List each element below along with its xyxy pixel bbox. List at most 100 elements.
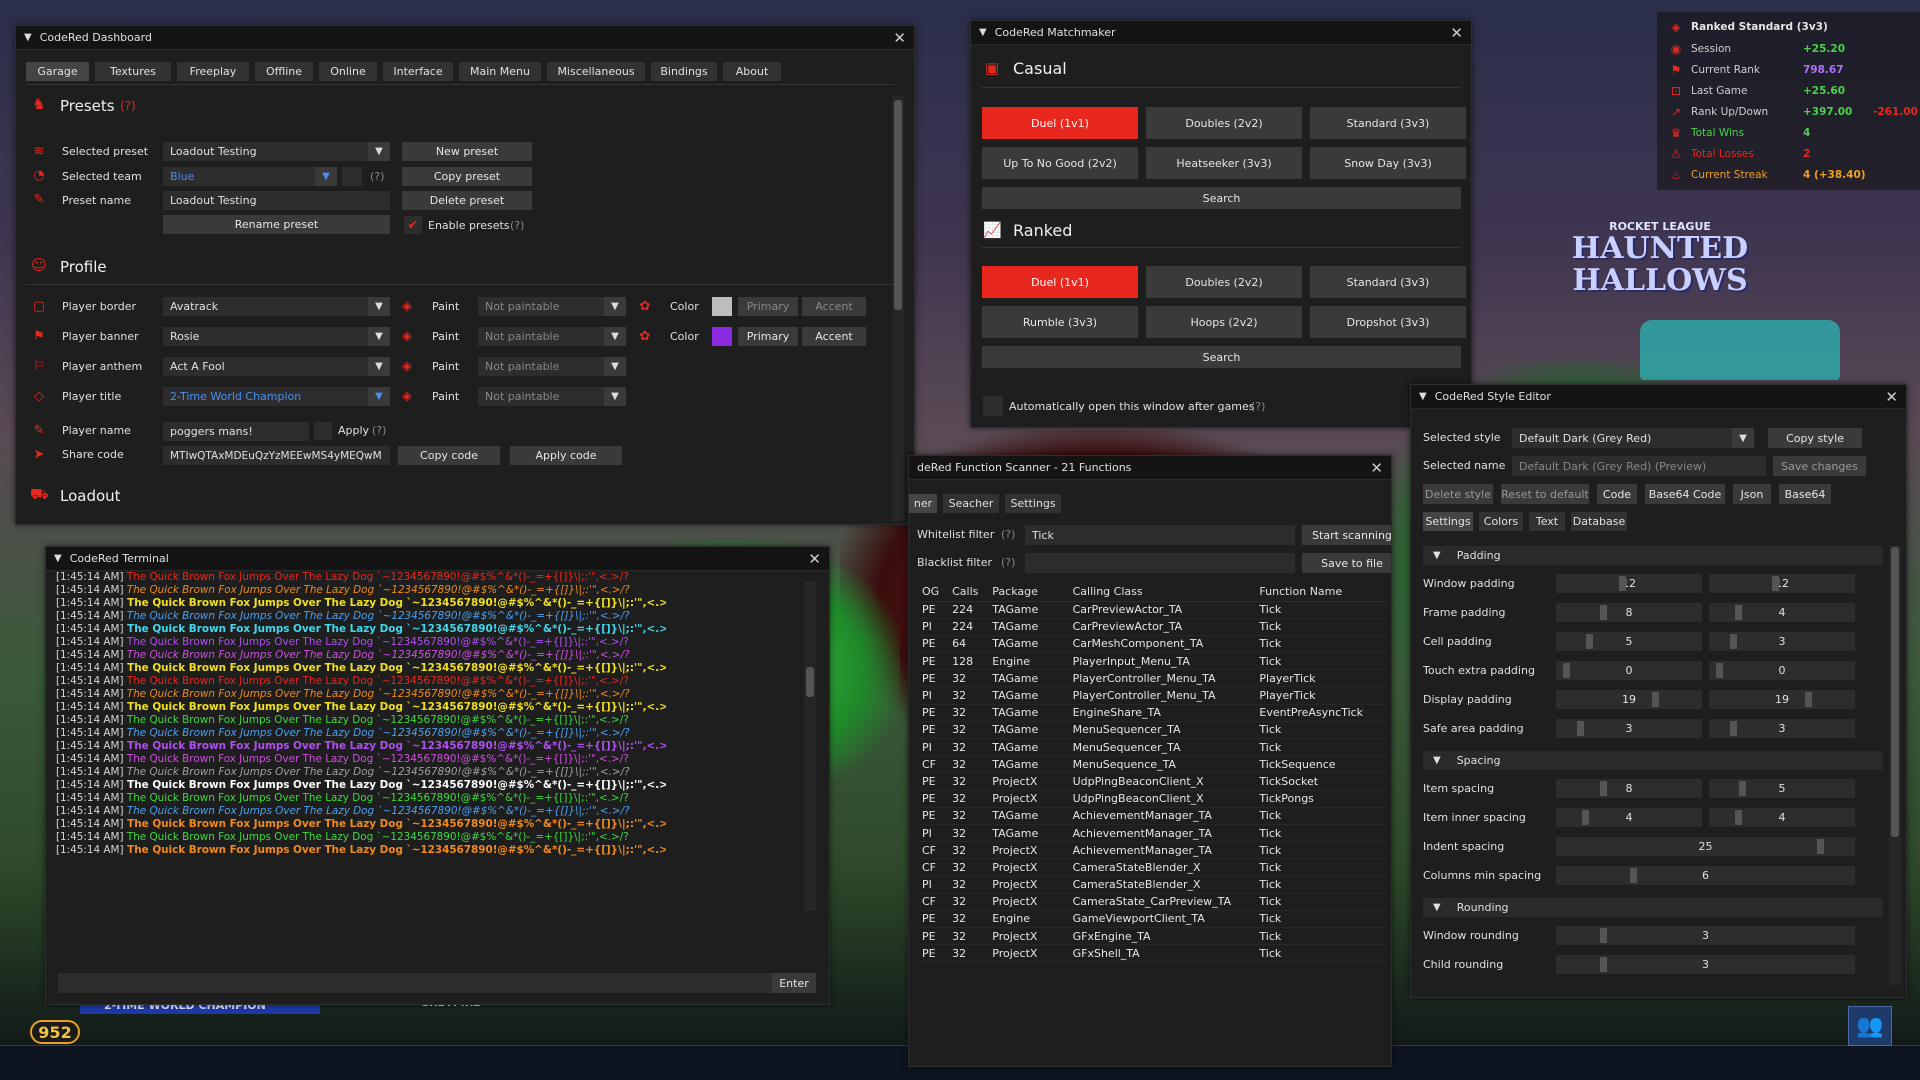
apply-code-button[interactable]: Apply code xyxy=(510,446,622,465)
table-row[interactable]: CF 32 ProjectX AchievementManager_TA Tick xyxy=(917,841,1385,860)
style-tab-settings[interactable]: Settings xyxy=(1423,512,1473,531)
casual-doubles-2v2-button[interactable]: Doubles (2v2) xyxy=(1146,107,1302,139)
slider-grab[interactable] xyxy=(1619,576,1627,591)
column-header-function-name[interactable]: Function Name xyxy=(1254,583,1385,602)
slider-grab[interactable] xyxy=(1772,576,1780,591)
table-row[interactable]: PE 32 ProjectX GFxEngine_TA Tick xyxy=(917,927,1385,946)
style-editor-titlebar[interactable]: ▼ CodeRed Style Editor ✕ xyxy=(1411,385,1906,409)
dashboard-scrollbar[interactable] xyxy=(892,96,904,521)
cell-padding-slider-x[interactable]: 5 xyxy=(1556,632,1702,651)
paint-dropdown[interactable]: Not paintable ▼ xyxy=(478,297,626,316)
delete-style-button[interactable]: Delete style xyxy=(1423,484,1493,504)
tab-textures[interactable]: Textures xyxy=(95,62,171,81)
casual-search-button[interactable]: Search xyxy=(982,187,1461,209)
share-code-input[interactable]: MTIwQTAxMDEuQzYzMEEwMS4yMEQwM xyxy=(163,446,390,465)
table-row[interactable]: PE 32 TAGame PlayerController_Menu_TA Player… xyxy=(917,669,1385,688)
json-button[interactable]: Json xyxy=(1733,484,1771,504)
close-icon[interactable]: ✕ xyxy=(808,550,821,568)
ranked-hoops-2v2-button[interactable]: Hoops (2v2) xyxy=(1146,306,1302,338)
selected-preset-dropdown[interactable]: Loadout Testing ▼ xyxy=(163,142,390,161)
terminal-scrollbar[interactable] xyxy=(804,581,816,911)
slider-grab[interactable] xyxy=(1817,839,1824,854)
player-title-dropdown[interactable]: 2-Time World Champion ▼ xyxy=(163,387,390,406)
ranked-duel-1v1-button[interactable]: Duel (1v1) xyxy=(982,266,1138,298)
auto-open-help[interactable]: (?) xyxy=(1251,400,1265,413)
blacklist-help[interactable]: (?) xyxy=(1001,556,1015,569)
item-inner-spacing-slider-x[interactable]: 4 xyxy=(1556,808,1702,827)
table-row[interactable]: PE 128 Engine PlayerInput_Menu_TA Tick xyxy=(917,652,1385,671)
paint-dropdown[interactable]: Not paintable ▼ xyxy=(478,327,626,346)
frame-padding-slider-y[interactable]: 4 xyxy=(1709,603,1855,622)
apply-name-checkbox[interactable] xyxy=(314,422,332,440)
table-row[interactable]: PI 32 ProjectX CameraStateBlender_X Tick xyxy=(917,876,1385,894)
casual-up-to-no-good-2v2-button[interactable]: Up To No Good (2v2) xyxy=(982,147,1138,179)
slider-grab[interactable] xyxy=(1652,692,1660,707)
terminal-input[interactable] xyxy=(58,973,772,993)
selected-name-input[interactable]: Default Dark (Grey Red) (Preview) xyxy=(1512,456,1766,476)
accent-button[interactable]: Accent xyxy=(802,327,866,346)
copy-code-button[interactable]: Copy code xyxy=(398,446,500,465)
item-inner-spacing-slider-y[interactable]: 4 xyxy=(1709,808,1855,827)
code-button[interactable]: Code xyxy=(1597,484,1637,504)
slider-grab[interactable] xyxy=(1586,634,1594,649)
ranked-dropshot-3v3-button[interactable]: Dropshot (3v3) xyxy=(1310,306,1466,338)
whitelist-filter-input[interactable]: Tick xyxy=(1025,525,1295,545)
slider-grab[interactable] xyxy=(1739,781,1747,796)
window-padding-slider-y[interactable]: 12 xyxy=(1709,574,1855,593)
slider-grab[interactable] xyxy=(1629,868,1637,883)
casual-heatseeker-3v3-button[interactable]: Heatseeker (3v3) xyxy=(1146,147,1302,179)
tab-online[interactable]: Online xyxy=(319,62,377,81)
collapse-icon[interactable]: ▼ xyxy=(1433,755,1441,766)
primary-button[interactable]: Primary xyxy=(738,297,798,316)
color-swatch[interactable] xyxy=(712,327,732,346)
indent-spacing-slider[interactable]: 25 xyxy=(1556,837,1855,856)
player-name-input[interactable]: poggers mans! xyxy=(163,422,309,441)
scanner-tab-seacher[interactable]: Seacher xyxy=(943,494,999,513)
scanner-titlebar[interactable]: deRed Function Scanner - 21 Functions ✕ xyxy=(909,456,1391,480)
reset-to-default-button[interactable]: Reset to default xyxy=(1501,484,1589,504)
delete-preset-button[interactable]: Delete preset xyxy=(402,191,532,210)
style-editor-scrollbar[interactable] xyxy=(1889,545,1901,985)
close-icon[interactable]: ✕ xyxy=(1370,459,1383,477)
blacklist-filter-input[interactable] xyxy=(1025,553,1295,573)
frame-padding-slider-x[interactable]: 8 xyxy=(1556,603,1702,622)
slider-grab[interactable] xyxy=(1576,721,1584,736)
terminal-titlebar[interactable]: ▼ CodeRed Terminal ✕ xyxy=(46,547,829,571)
safe-area-padding-slider-x[interactable]: 3 xyxy=(1556,719,1702,738)
matchmaker-titlebar[interactable]: ▼ CodeRed Matchmaker ✕ xyxy=(971,21,1471,45)
player-anthem-dropdown[interactable]: Act A Fool ▼ xyxy=(163,357,390,376)
item-spacing-slider-y[interactable]: 5 xyxy=(1709,779,1855,798)
padding-header[interactable]: ▼ Padding xyxy=(1423,546,1883,565)
whitelist-help[interactable]: (?) xyxy=(1001,528,1015,541)
close-icon[interactable]: ✕ xyxy=(893,29,906,47)
accent-button[interactable]: Accent xyxy=(802,297,866,316)
collapse-icon[interactable]: ▼ xyxy=(54,553,62,564)
new-preset-button[interactable]: New preset xyxy=(402,142,532,161)
close-icon[interactable]: ✕ xyxy=(1885,388,1898,406)
enter-button[interactable]: Enter xyxy=(772,973,816,993)
slider-grab[interactable] xyxy=(1600,928,1608,943)
casual-duel-1v1-button[interactable]: Duel (1v1) xyxy=(982,107,1138,139)
table-row[interactable]: CF 32 TAGame MenuSequence_TA TickSequence xyxy=(917,755,1385,774)
tab-main-menu[interactable]: Main Menu xyxy=(459,62,541,81)
table-row[interactable]: PE 32 Engine GameViewportClient_TA Tick xyxy=(917,910,1385,929)
slider-grab[interactable] xyxy=(1562,663,1570,678)
style-tab-text[interactable]: Text xyxy=(1529,512,1565,531)
tab-interface[interactable]: Interface xyxy=(383,62,453,81)
team-extra-box[interactable] xyxy=(342,167,362,186)
ranked-rumble-3v3-button[interactable]: Rumble (3v3) xyxy=(982,306,1138,338)
close-icon[interactable]: ✕ xyxy=(1450,24,1463,42)
column-header-calling-class[interactable]: Calling Class xyxy=(1067,583,1255,602)
enable-presets-checkbox[interactable]: ✔ xyxy=(404,216,422,234)
table-row[interactable]: PE 32 ProjectX GFxShell_TA Tick xyxy=(917,944,1385,963)
primary-button[interactable]: Primary xyxy=(738,327,798,346)
display-padding-slider-x[interactable]: 19 xyxy=(1556,690,1702,709)
slider-grab[interactable] xyxy=(1734,605,1742,620)
collapse-icon[interactable]: ▼ xyxy=(979,27,987,38)
scanner-tab-settings[interactable]: Settings xyxy=(1005,494,1061,513)
slider-grab[interactable] xyxy=(1805,692,1813,707)
window-padding-slider-x[interactable]: 12 xyxy=(1556,574,1702,593)
slider-grab[interactable] xyxy=(1600,957,1608,972)
slider-grab[interactable] xyxy=(1600,781,1608,796)
ranked-search-button[interactable]: Search xyxy=(982,346,1461,368)
